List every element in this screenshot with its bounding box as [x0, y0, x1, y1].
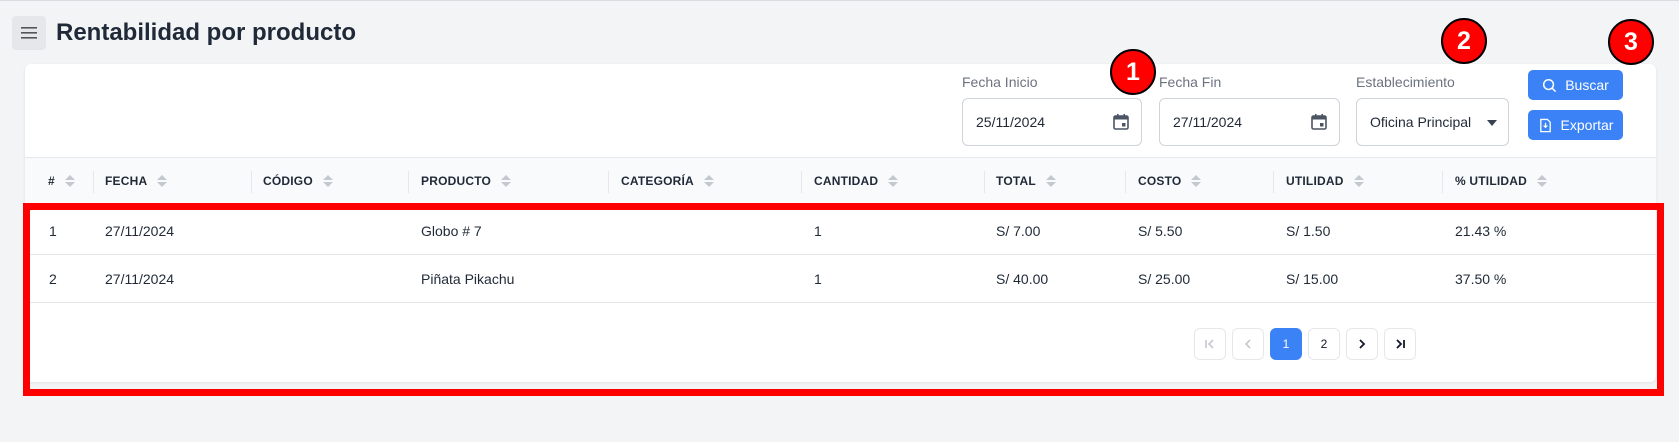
caret-down-icon — [1487, 120, 1497, 126]
column-header-number[interactable]: # — [48, 158, 75, 204]
column-divider — [984, 171, 985, 193]
next-page-button[interactable] — [1346, 328, 1378, 360]
fecha-inicio-value: 25/11/2024 — [976, 114, 1046, 130]
column-header-codigo[interactable]: CÓDIGO — [263, 158, 333, 204]
cell-cantidad: 1 — [814, 270, 822, 287]
page-title: Rentabilidad por producto — [56, 19, 356, 46]
cell-total: S/ 40.00 — [996, 270, 1049, 287]
sort-icon — [157, 175, 168, 187]
cell-total: S/ 7.00 — [996, 222, 1041, 239]
cell-fecha: 27/11/2024 — [105, 222, 175, 239]
sort-icon — [703, 175, 714, 187]
column-header-producto[interactable]: PRODUCTO — [421, 158, 512, 204]
cell-porcentaje-utilidad: 37.50 % — [1455, 270, 1507, 287]
calendar-icon[interactable] — [1112, 113, 1130, 131]
establecimiento-value: Oficina Principal — [1370, 114, 1472, 130]
cell-number: 1 — [49, 222, 57, 239]
column-divider — [251, 171, 252, 193]
establecimiento-label: Establecimiento — [1356, 74, 1455, 90]
column-divider — [608, 171, 609, 193]
column-divider — [801, 171, 802, 193]
fecha-fin-input[interactable]: 27/11/2024 — [1159, 98, 1340, 146]
table-header: # FECHA CÓDIGO PRODUCTO CATEGORÍA CANTID… — [25, 157, 1656, 205]
sort-icon — [322, 175, 333, 187]
menu-toggle-button[interactable] — [12, 16, 46, 50]
buscar-button[interactable]: Buscar — [1528, 70, 1623, 100]
step-marker-3: 3 — [1608, 19, 1654, 65]
cell-fecha: 27/11/2024 — [105, 270, 175, 287]
column-header-total[interactable]: TOTAL — [996, 158, 1056, 204]
cell-producto: Globo # 7 — [421, 222, 482, 239]
fecha-inicio-input[interactable]: 25/11/2024 — [962, 98, 1142, 146]
sort-icon — [1191, 175, 1202, 187]
cell-costo: S/ 25.00 — [1138, 270, 1191, 287]
step-marker-2: 2 — [1441, 18, 1487, 64]
column-header-utilidad[interactable]: UTILIDAD — [1286, 158, 1364, 204]
column-divider — [408, 171, 409, 193]
fecha-fin-value: 27/11/2024 — [1173, 114, 1243, 130]
last-page-button[interactable] — [1384, 328, 1416, 360]
cell-utilidad: S/ 15.00 — [1286, 270, 1339, 287]
calendar-icon[interactable] — [1310, 113, 1328, 131]
column-divider — [1273, 171, 1274, 193]
column-header-fecha[interactable]: FECHA — [105, 158, 168, 204]
cell-cantidad: 1 — [814, 222, 822, 239]
column-header-cantidad[interactable]: CANTIDAD — [814, 158, 899, 204]
page-2-button[interactable]: 2 — [1308, 328, 1340, 360]
chevron-left-icon — [1244, 339, 1251, 349]
page-1-button[interactable]: 1 — [1270, 328, 1302, 360]
fecha-fin-label: Fecha Fin — [1159, 74, 1222, 90]
sort-icon — [1353, 175, 1364, 187]
cell-costo: S/ 5.50 — [1138, 222, 1183, 239]
establecimiento-select[interactable]: Oficina Principal — [1356, 98, 1509, 146]
cell-porcentaje-utilidad: 21.43 % — [1455, 222, 1507, 239]
cell-producto: Piñata Pikachu — [421, 270, 515, 287]
column-divider — [1125, 171, 1126, 193]
first-page-icon — [1205, 339, 1214, 349]
exportar-label: Exportar — [1560, 117, 1614, 133]
previous-page-button[interactable] — [1232, 328, 1264, 360]
first-page-button[interactable] — [1194, 328, 1226, 360]
column-header-costo[interactable]: COSTO — [1138, 158, 1202, 204]
hamburger-menu-icon — [21, 27, 37, 39]
fecha-inicio-label: Fecha Inicio — [962, 74, 1038, 90]
column-header-categoria[interactable]: CATEGORÍA — [621, 158, 714, 204]
step-marker-1: 1 — [1110, 49, 1156, 95]
cell-number: 2 — [49, 270, 57, 287]
column-divider — [1442, 171, 1443, 193]
column-divider — [93, 171, 94, 193]
pagination: 1 2 — [1194, 328, 1416, 360]
sort-icon — [888, 175, 899, 187]
sort-icon — [1045, 175, 1056, 187]
exportar-button[interactable]: Exportar — [1528, 110, 1623, 140]
last-page-icon — [1396, 339, 1405, 349]
buscar-label: Buscar — [1565, 77, 1609, 93]
column-header-porcentaje-utilidad[interactable]: % UTILIDAD — [1455, 158, 1547, 204]
table-row[interactable]: 2 27/11/2024 Piñata Pikachu 1 S/ 40.00 S… — [25, 255, 1656, 303]
search-icon — [1543, 78, 1557, 92]
sort-icon — [64, 175, 75, 187]
cell-utilidad: S/ 1.50 — [1286, 222, 1331, 239]
sort-icon — [501, 175, 512, 187]
chevron-right-icon — [1359, 339, 1366, 349]
sort-icon — [1537, 175, 1547, 187]
export-file-icon — [1539, 118, 1551, 132]
table-row[interactable]: 1 27/11/2024 Globo # 7 1 S/ 7.00 S/ 5.50… — [25, 207, 1656, 255]
